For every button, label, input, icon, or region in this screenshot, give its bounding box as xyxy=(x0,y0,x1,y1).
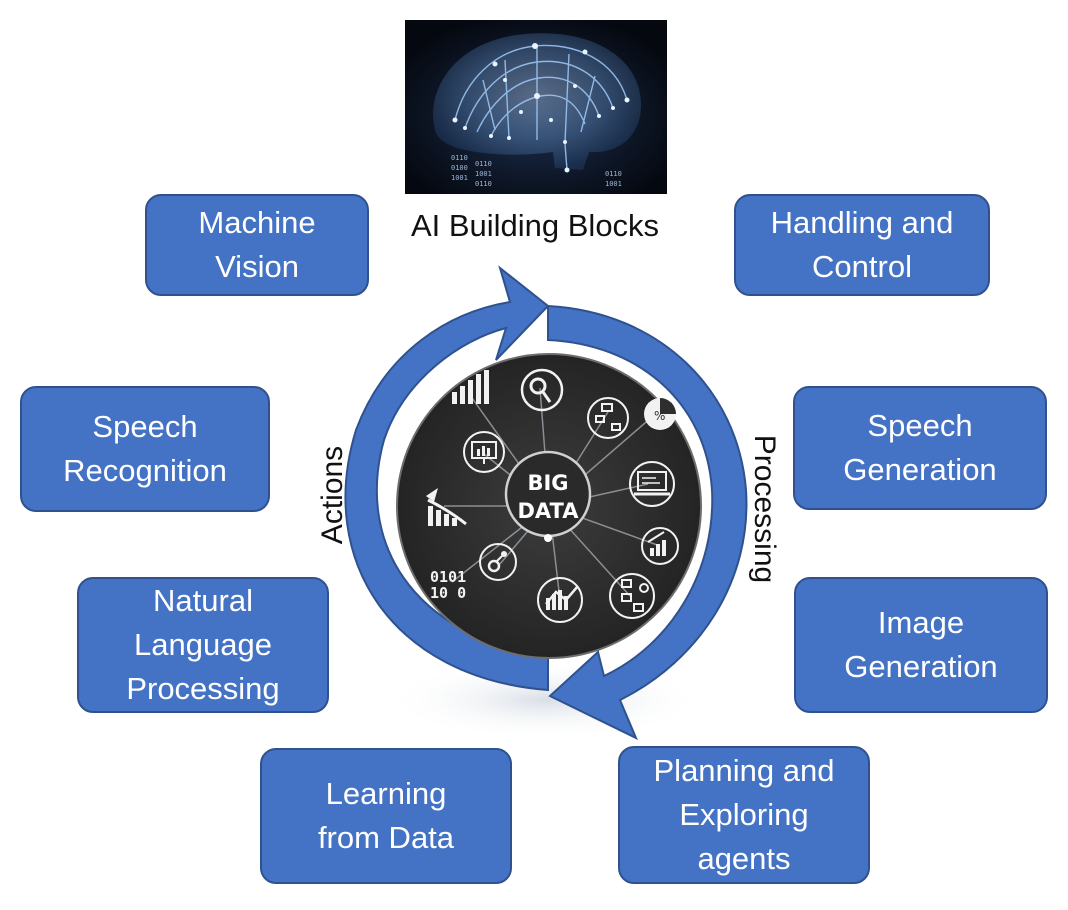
svg-text:%: % xyxy=(654,409,665,423)
box-line: from Data xyxy=(317,820,455,855)
box-line: Machine xyxy=(198,205,316,240)
handling-control-box: Handling and Control xyxy=(734,194,990,296)
box-line: Handling and xyxy=(770,205,954,240)
binary-icon: 0101 10 0 xyxy=(430,568,466,602)
box-line: Language xyxy=(134,627,272,662)
box-line: Planning and xyxy=(653,753,835,788)
big-data-label-line1: BIG xyxy=(527,471,568,495)
box-line: Generation xyxy=(843,452,997,487)
machine-vision-box: Machine Vision xyxy=(145,194,369,296)
learning-from-data-box: Learning from Data xyxy=(260,748,512,884)
image-generation-box: Image Generation xyxy=(794,577,1048,713)
speech-recognition-box: Speech Recognition xyxy=(20,386,270,512)
box-line: Processing xyxy=(126,671,280,706)
box-line: Recognition xyxy=(63,453,227,488)
box-line: Learning xyxy=(325,776,447,811)
box-line: Speech xyxy=(867,408,973,443)
box-line: Natural xyxy=(153,583,253,618)
box-line: Image xyxy=(877,605,965,640)
box-line: Exploring xyxy=(679,797,809,832)
speech-generation-box: Speech Generation xyxy=(793,386,1047,510)
big-data-label-line2: DATA xyxy=(517,499,579,523)
actions-label: Actions xyxy=(316,445,350,545)
box-line: Control xyxy=(812,249,912,284)
planning-exploring-agents-box: Planning and Exploring agents xyxy=(618,746,870,884)
box-line: Vision xyxy=(215,249,299,284)
box-line: agents xyxy=(697,841,791,876)
box-line: Generation xyxy=(844,649,998,684)
natural-language-processing-box: Natural Language Processing xyxy=(77,577,329,713)
processing-label: Processing xyxy=(748,434,782,584)
box-line: Speech xyxy=(92,409,198,444)
svg-text:10 0: 10 0 xyxy=(430,584,466,602)
pie-chart-icon: % xyxy=(644,398,676,430)
